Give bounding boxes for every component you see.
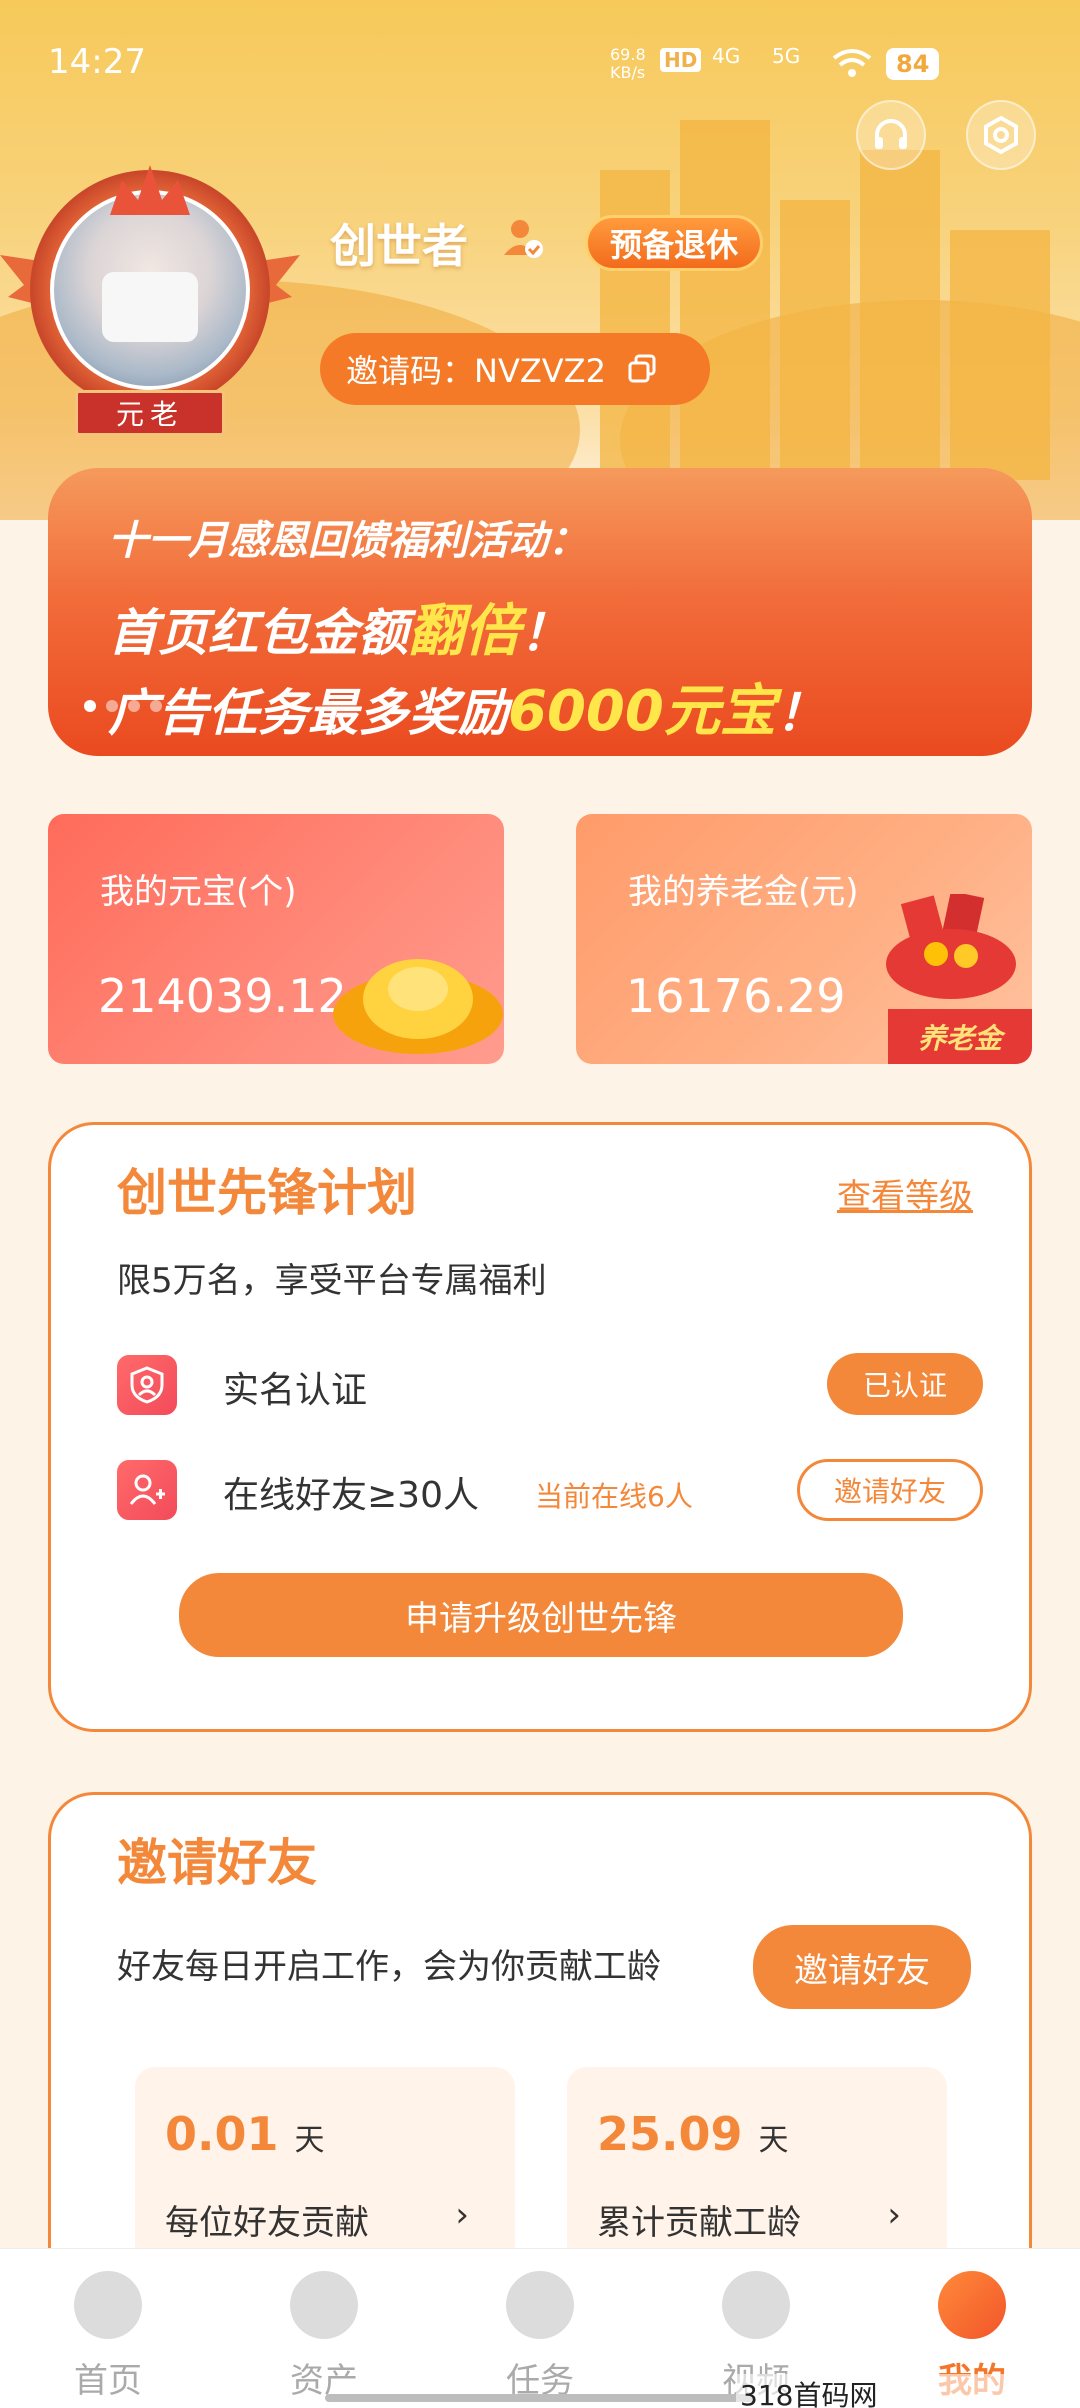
signal-4g-icon: 4G — [712, 44, 741, 68]
apply-upgrade-button[interactable]: 申请升级创世先锋 — [179, 1573, 903, 1657]
building-decoration — [680, 120, 770, 480]
copy-icon[interactable] — [628, 354, 658, 384]
yuanbao-card[interactable]: 我的元宝(个) 214039.12 — [48, 814, 504, 1064]
tab-assets[interactable]: 资产 — [216, 2249, 432, 2408]
per-friend-value: 0.01 — [165, 2107, 279, 2161]
pension-value: 16176.29 — [626, 969, 846, 1023]
real-name-row-icon — [117, 1355, 177, 1415]
banner-dot[interactable] — [106, 700, 118, 712]
total-contribution-unit: 天 — [758, 2123, 789, 2158]
real-name-label: 实名认证 — [223, 1370, 368, 1411]
view-levels-link[interactable]: 查看等级 — [837, 1169, 973, 1218]
invite-friends-title: 邀请好友 — [117, 1834, 317, 1892]
current-online-count: 当前在线6人 — [535, 1480, 693, 1513]
tab-home-label: 首页 — [74, 2361, 142, 2401]
invite-code-pill[interactable]: 邀请码：NVZVZ2 — [320, 333, 710, 405]
tab-tasks[interactable]: 任务 — [432, 2249, 648, 2408]
banner-line-2-highlight: 翻倍 — [408, 599, 520, 664]
headset-icon — [875, 119, 907, 149]
chevron-right-icon: › — [887, 2195, 901, 2235]
total-contribution-value: 25.09 — [597, 2107, 743, 2161]
battery-indicator: 84 — [886, 48, 940, 80]
per-friend-value-wrap: 0.01 天 — [165, 2107, 325, 2161]
add-user-icon — [129, 1474, 165, 1505]
home-icon — [74, 2271, 142, 2339]
per-friend-label: 每位好友贡献 — [165, 2203, 369, 2243]
banner-line-3-highlight: 6000元宝 — [508, 679, 776, 744]
status-tag: 预备退休 — [585, 215, 764, 271]
shield-user-icon — [130, 1366, 164, 1404]
building-decoration — [860, 150, 940, 480]
banner-line-2: 首页红包金额翻倍！ — [108, 586, 570, 667]
video-icon — [722, 2271, 790, 2339]
user-verified-icon — [504, 220, 543, 258]
pioneer-plan-panel: 创世先锋计划 查看等级 限5万名，享受平台专属福利 实名认证 已认证 在线好友≥… — [48, 1122, 1032, 1732]
banner-dot[interactable] — [84, 700, 96, 712]
banner-line-3-text: 广告任务最多奖励 — [108, 684, 508, 742]
signal-5g-icon: 5G — [772, 44, 801, 68]
status-time: 14:27 — [48, 42, 146, 82]
banner-line-3: 广告任务最多奖励6000元宝！ — [108, 666, 826, 747]
watermark: 318首码网 www.e318.com — [736, 2374, 1080, 2408]
avatar-mask-detail — [102, 272, 198, 342]
wifi-icon — [832, 49, 872, 77]
banner-line-3-end: ！ — [775, 684, 826, 742]
total-contribution-label: 累计贡献工龄 — [597, 2203, 801, 2243]
settings-button[interactable] — [966, 100, 1036, 170]
gear-icon — [984, 115, 1018, 155]
banner-dot[interactable] — [128, 700, 140, 712]
banner-line-2-text: 首页红包金额 — [108, 604, 408, 662]
username: 创世者 — [330, 219, 468, 273]
total-value-wrap: 25.09 天 — [597, 2107, 789, 2161]
banner-line-1: 十一月感恩回馈福利活动： — [108, 518, 588, 564]
red-envelope-jar-icon — [886, 894, 1016, 999]
hd-icon: HD — [660, 48, 702, 72]
tab-home[interactable]: 首页 — [0, 2249, 216, 2408]
verified-button[interactable]: 已认证 — [827, 1353, 983, 1415]
per-friend-unit: 天 — [294, 2123, 325, 2158]
building-decoration — [780, 200, 850, 480]
profile-icon — [938, 2271, 1006, 2339]
assets-icon — [290, 2271, 358, 2339]
rank-badge: 元老 — [75, 390, 225, 436]
banner-line-2-end: ！ — [520, 604, 570, 662]
yuanbao-label: 我的元宝(个) — [100, 872, 297, 912]
pension-badge: 养老金 — [888, 1009, 1032, 1064]
invite-friends-button[interactable]: 邀请好友 — [753, 1925, 971, 2009]
customer-service-button[interactable] — [856, 100, 926, 170]
avatar[interactable] — [50, 190, 250, 390]
tasks-icon — [506, 2271, 574, 2339]
banner-pagination[interactable] — [84, 700, 162, 712]
home-indicator[interactable] — [325, 2394, 755, 2402]
building-decoration — [950, 230, 1050, 480]
online-friends-row-icon — [117, 1460, 177, 1520]
pioneer-plan-subtitle: 限5万名，享受平台专属福利 — [117, 1261, 547, 1301]
invite-friends-desc: 好友每日开启工作，会为你贡献工龄 — [117, 1947, 661, 1987]
pension-label: 我的养老金(元) — [628, 872, 859, 912]
online-friends-label: 在线好友≥30人 — [223, 1475, 479, 1516]
invite-code-text: 邀请码：NVZVZ2 — [346, 352, 606, 390]
net-speed: 69.8 KB/s — [610, 45, 646, 82]
invite-friends-small-button[interactable]: 邀请好友 — [797, 1459, 983, 1521]
pioneer-plan-title: 创世先锋计划 — [117, 1164, 417, 1222]
yuanbao-value: 214039.12 — [98, 969, 347, 1023]
gold-ingot-icon — [333, 959, 503, 1054]
banner-dot[interactable] — [150, 700, 162, 712]
pension-card[interactable]: 我的养老金(元) 16176.29 养老金 — [576, 814, 1032, 1064]
chevron-right-icon: › — [455, 2195, 469, 2235]
promo-banner[interactable]: 十一月感恩回馈福利活动： 首页红包金额翻倍！ 广告任务最多奖励6000元宝！ — [48, 468, 1032, 756]
